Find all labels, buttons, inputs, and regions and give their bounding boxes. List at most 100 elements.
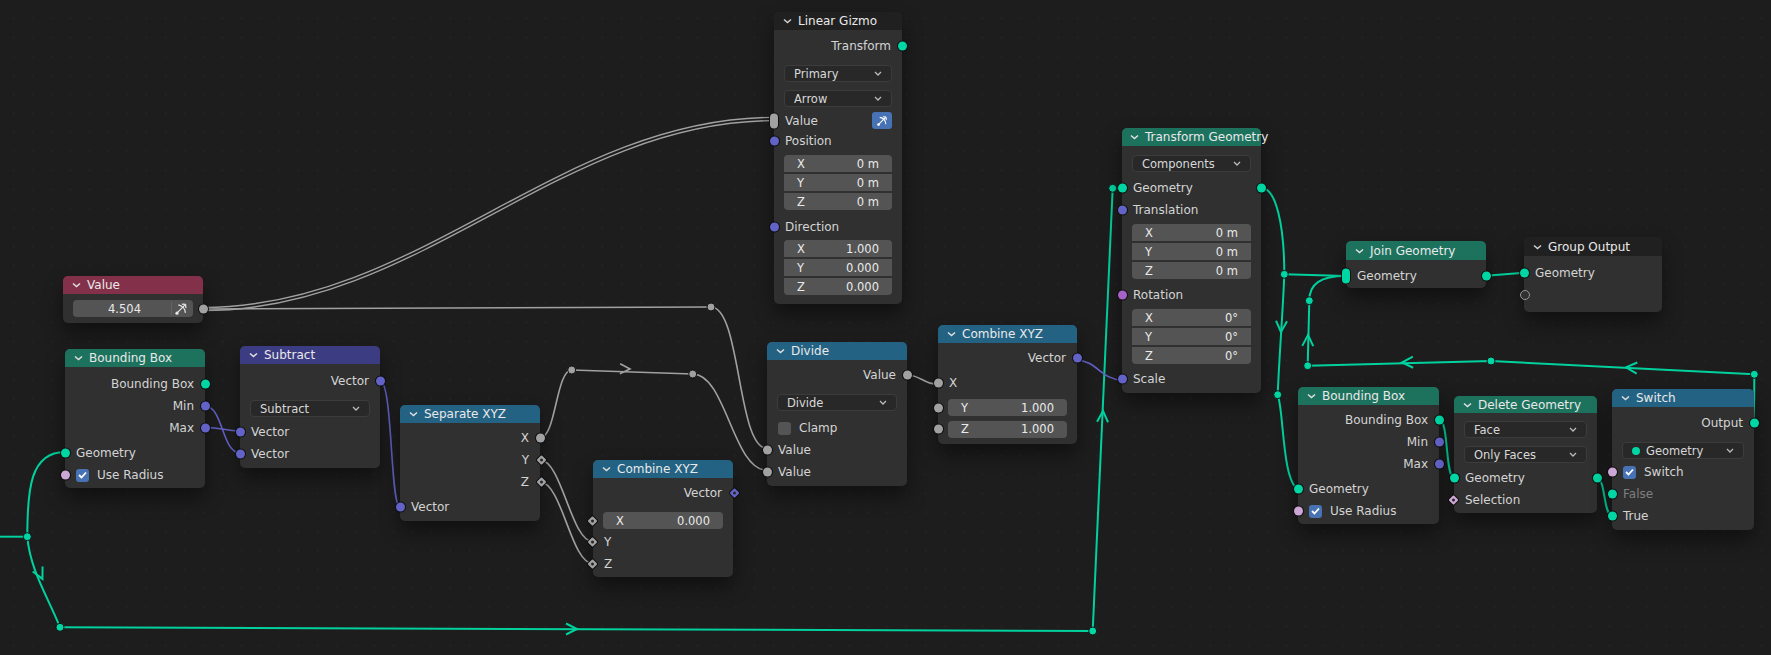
socket-output-out[interactable] xyxy=(1750,419,1759,428)
collapse-chevron-icon[interactable] xyxy=(783,18,792,24)
socket-false-in[interactable] xyxy=(1608,490,1617,499)
delete-mode-dropdown[interactable]: Only Faces xyxy=(1464,446,1587,463)
use-radius-checkbox[interactable] xyxy=(76,469,89,482)
divide-operation-dropdown[interactable]: Divide xyxy=(777,394,897,411)
socket-geometry-in-multi[interactable] xyxy=(1342,269,1350,284)
socket-geometry-in[interactable] xyxy=(1520,269,1529,278)
node-transform-geometry[interactable]: Transform Geometry Components Geometry T… xyxy=(1122,128,1261,393)
node-subtract-header[interactable]: Subtract xyxy=(240,346,380,364)
collapse-chevron-icon[interactable] xyxy=(72,282,81,288)
socket-vector-in-1[interactable] xyxy=(236,428,245,437)
socket-switch-in[interactable] xyxy=(1608,468,1617,477)
node-group-output-header[interactable]: Group Output xyxy=(1524,237,1662,256)
node-join-geometry[interactable]: Join Geometry Geometry xyxy=(1346,241,1486,288)
node-join-geometry-header[interactable]: Join Geometry xyxy=(1346,241,1486,260)
socket-value-in-2[interactable] xyxy=(763,468,772,477)
translation-y-field[interactable]: Y0 m xyxy=(1132,243,1251,260)
rotation-y-field[interactable]: Y0° xyxy=(1132,328,1251,345)
node-value-header[interactable]: Value xyxy=(63,276,203,294)
node-divide[interactable]: Divide Value Divide Clamp Value Value xyxy=(767,342,907,486)
node-bounding-box-right[interactable]: Bounding Box Bounding Box Min Max Geomet… xyxy=(1298,387,1439,524)
collapse-chevron-icon[interactable] xyxy=(409,411,418,417)
collapse-chevron-icon[interactable] xyxy=(602,466,611,472)
position-z-field[interactable]: Z0 m xyxy=(784,193,892,210)
value-slider[interactable]: 4.504 xyxy=(73,300,193,317)
socket-translation-in[interactable] xyxy=(1118,206,1127,215)
direction-x-field[interactable]: X1.000 xyxy=(784,240,892,257)
translation-z-field[interactable]: Z0 m xyxy=(1132,262,1251,279)
collapse-chevron-icon[interactable] xyxy=(249,352,258,358)
socket-vector-in[interactable] xyxy=(396,503,405,512)
socket-geometry-out[interactable] xyxy=(1593,474,1602,483)
translation-x-field[interactable]: X0 m xyxy=(1132,224,1251,241)
socket-z-in[interactable] xyxy=(934,425,943,434)
x-value-field[interactable]: X0.000 xyxy=(603,512,723,529)
collapse-chevron-icon[interactable] xyxy=(776,348,785,354)
node-value[interactable]: Value 4.504 xyxy=(63,276,203,323)
socket-value-output[interactable] xyxy=(199,304,208,313)
socket-x-in[interactable] xyxy=(934,379,943,388)
collapse-chevron-icon[interactable] xyxy=(947,331,956,337)
socket-geometry-in[interactable] xyxy=(1450,474,1459,483)
socket-min-out[interactable] xyxy=(201,402,210,411)
gizmo-shape-dropdown[interactable]: Arrow xyxy=(784,90,892,107)
socket-geometry-out[interactable] xyxy=(1257,184,1266,193)
node-switch-header[interactable]: Switch xyxy=(1612,389,1754,407)
node-combine-xyz-b-header[interactable]: Combine XYZ xyxy=(938,325,1077,343)
use-radius-checkbox[interactable] xyxy=(1309,505,1322,518)
position-x-field[interactable]: X0 m xyxy=(784,155,892,172)
socket-value-in[interactable] xyxy=(770,113,778,128)
socket-position-in[interactable] xyxy=(770,137,779,146)
z-value-field[interactable]: Z1.000 xyxy=(948,421,1067,438)
delete-domain-dropdown[interactable]: Face xyxy=(1464,421,1587,438)
socket-geometry-in[interactable] xyxy=(1118,184,1127,193)
node-group-output[interactable]: Group Output Geometry xyxy=(1524,237,1662,312)
direction-y-field[interactable]: Y0.000 xyxy=(784,259,892,276)
position-y-field[interactable]: Y0 m xyxy=(784,174,892,191)
socket-virtual-in[interactable] xyxy=(1520,290,1530,300)
socket-use-radius-in[interactable] xyxy=(1294,507,1303,516)
socket-vector-in-2[interactable] xyxy=(236,450,245,459)
node-divide-header[interactable]: Divide xyxy=(767,342,907,360)
node-separate-xyz-header[interactable]: Separate XYZ xyxy=(400,405,540,423)
socket-direction-in[interactable] xyxy=(770,223,779,232)
socket-bounding-box-out[interactable] xyxy=(1435,416,1444,425)
rotation-x-field[interactable]: X0° xyxy=(1132,309,1251,326)
node-subtract[interactable]: Subtract Vector Subtract Vector Vector xyxy=(240,346,380,468)
socket-min-out[interactable] xyxy=(1435,438,1444,447)
y-value-field[interactable]: Y1.000 xyxy=(948,399,1067,416)
collapse-chevron-icon[interactable] xyxy=(1621,395,1630,401)
socket-y-in[interactable] xyxy=(934,403,943,412)
node-combine-xyz-a[interactable]: Combine XYZ Vector X0.000 Y Z xyxy=(593,460,733,577)
socket-use-radius-in[interactable] xyxy=(61,471,70,480)
node-switch[interactable]: Switch Output Geometry Switch False True xyxy=(1612,389,1754,530)
node-transform-geometry-header[interactable]: Transform Geometry xyxy=(1122,128,1261,146)
socket-vector-out[interactable] xyxy=(376,377,385,386)
switch-type-dropdown[interactable]: Geometry xyxy=(1622,442,1744,459)
collapse-chevron-icon[interactable] xyxy=(1130,134,1139,140)
socket-transform-out[interactable] xyxy=(898,42,907,51)
node-delete-geometry-header[interactable]: Delete Geometry xyxy=(1454,396,1597,413)
subtract-operation-dropdown[interactable]: Subtract xyxy=(250,400,370,417)
socket-rotation-in[interactable] xyxy=(1118,291,1127,300)
socket-true-in[interactable] xyxy=(1608,512,1617,521)
socket-geometry-in[interactable] xyxy=(1294,485,1303,494)
clamp-checkbox[interactable] xyxy=(778,422,791,435)
socket-scale-in[interactable] xyxy=(1118,375,1127,384)
socket-max-out[interactable] xyxy=(1435,460,1444,469)
collapse-chevron-icon[interactable] xyxy=(1533,244,1542,250)
gizmo-value-button[interactable] xyxy=(872,112,892,129)
socket-value-out[interactable] xyxy=(903,371,912,380)
collapse-chevron-icon[interactable] xyxy=(1355,248,1364,254)
socket-x-out[interactable] xyxy=(536,434,545,443)
rotation-z-field[interactable]: Z0° xyxy=(1132,347,1251,364)
collapse-chevron-icon[interactable] xyxy=(1307,393,1316,399)
node-combine-xyz-a-header[interactable]: Combine XYZ xyxy=(593,460,733,478)
collapse-chevron-icon[interactable] xyxy=(74,355,83,361)
socket-geometry-in[interactable] xyxy=(61,449,70,458)
socket-bounding-box-out[interactable] xyxy=(201,380,210,389)
gizmo-mode-dropdown[interactable]: Primary xyxy=(784,65,892,82)
socket-value-in-1[interactable] xyxy=(763,446,772,455)
node-bounding-box-left-header[interactable]: Bounding Box xyxy=(65,349,205,367)
socket-geometry-out[interactable] xyxy=(1482,272,1491,281)
